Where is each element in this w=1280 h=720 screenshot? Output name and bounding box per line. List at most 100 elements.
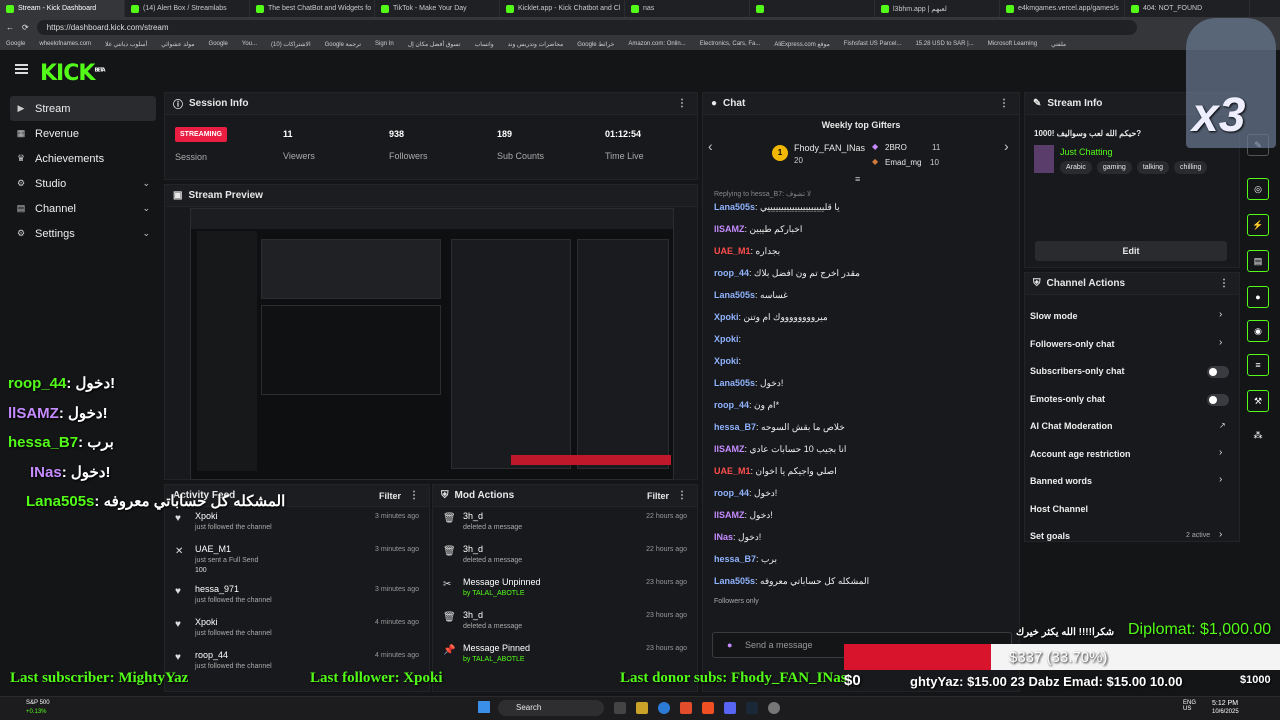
browser-tab[interactable]: nas	[625, 0, 750, 17]
chevron-right-icon[interactable]: ›	[1219, 309, 1222, 320]
office-icon[interactable]	[680, 702, 692, 714]
chat-username[interactable]: Lana505s	[714, 576, 755, 586]
activity-filter-button[interactable]: Filter	[379, 491, 401, 501]
edge-icon[interactable]	[658, 702, 670, 714]
url-field[interactable]: https://dashboard.kick.com/stream	[36, 20, 1137, 35]
chat-username[interactable]: Xpoki	[714, 334, 739, 344]
chevron-down-icon[interactable]: ⌄	[142, 178, 150, 189]
channel-action-row[interactable]: Subscribers-only chat	[1030, 366, 1125, 376]
second-gifter-name[interactable]: 2BRO	[885, 143, 907, 152]
kick-logo[interactable]: KICKBETA	[40, 61, 106, 86]
chat-username[interactable]: Xpoki	[714, 312, 739, 322]
sidebar-item-settings[interactable]: ⚙ Settings ⌄	[10, 221, 156, 246]
chat-username[interactable]: UAE_M1	[714, 466, 751, 476]
reload-icon[interactable]: ⟳	[22, 23, 29, 32]
collapse-icon[interactable]: ≡	[855, 174, 860, 184]
stream-tag[interactable]: Arabic	[1060, 161, 1092, 174]
chat-username[interactable]: UAE_M1	[714, 246, 751, 256]
chat-username[interactable]: roop_44	[714, 488, 749, 498]
bookmark-item[interactable]: Google خرائط	[577, 41, 614, 48]
chat-username[interactable]: roop_44	[714, 400, 749, 410]
top-gifter-name[interactable]: Fhody_FAN_INas	[794, 143, 865, 153]
stream-tag[interactable]: talking	[1136, 161, 1170, 174]
bookmark-item[interactable]: AliExpress.com موقع	[774, 41, 829, 48]
bookmark-item[interactable]: Sign In	[375, 41, 394, 47]
mod-filter-button[interactable]: Filter	[647, 491, 669, 501]
chevron-right-icon[interactable]: ›	[1219, 447, 1222, 458]
kebab-icon[interactable]: ⋮	[677, 490, 687, 501]
back-icon[interactable]: ←	[6, 23, 14, 32]
chat-username[interactable]: llSAMZ	[714, 510, 745, 520]
chat-bubble-icon[interactable]: ●	[1247, 286, 1269, 308]
sidebar-item-channel[interactable]: ▤ Channel ⌄	[10, 196, 156, 221]
bookmark-item[interactable]: Fishsfast US Parcel...	[844, 41, 902, 47]
chat-username[interactable]: INas	[714, 532, 733, 542]
bookmark-item[interactable]: Google ترجمة	[325, 41, 361, 48]
third-gifter-name[interactable]: Emad_mg	[885, 158, 921, 167]
chat-username[interactable]: Lana505s	[714, 290, 755, 300]
list-icon[interactable]: ≡	[1247, 354, 1269, 376]
bookmark-item[interactable]: واتساب	[475, 41, 494, 48]
stream-preview-video[interactable]	[190, 208, 674, 480]
browser-tab[interactable]: TikTok - Make Your Day	[375, 0, 500, 17]
share-icon[interactable]: ⁂	[1247, 424, 1269, 446]
channel-action-row[interactable]: Followers-only chat	[1030, 339, 1115, 349]
channel-action-row[interactable]: Emotes-only chat	[1030, 394, 1105, 404]
taskbar-search[interactable]: Search	[498, 700, 604, 716]
bookmark-item[interactable]: Microsoft Learning	[988, 41, 1037, 47]
chat-username[interactable]: llSAMZ	[714, 224, 745, 234]
windows-start-icon[interactable]	[478, 701, 490, 713]
kebab-icon[interactable]: ⋮	[1219, 278, 1229, 289]
chevron-right-icon[interactable]: ›	[1219, 337, 1222, 348]
discord-icon[interactable]	[724, 702, 736, 714]
kebab-icon[interactable]: ⋮	[409, 490, 419, 501]
task-view-icon[interactable]	[614, 702, 626, 714]
toggle-switch[interactable]	[1207, 393, 1229, 406]
obs-icon[interactable]	[768, 702, 780, 714]
browser-tab[interactable]: Kicklet.app - Kick Chatbot and Cl	[500, 0, 625, 17]
channel-action-row[interactable]: Set goals	[1030, 531, 1070, 541]
chat-username[interactable]: llSAMZ	[714, 444, 745, 454]
chevron-right-icon[interactable]: ›	[1004, 138, 1009, 154]
bookmark-item[interactable]: Electronics, Cars, Fa...	[700, 41, 761, 47]
language-indicator[interactable]: ENG US	[1183, 700, 1203, 712]
browser-tab[interactable]: Stream - Kick Dashboard	[0, 0, 125, 17]
toggle-switch[interactable]	[1207, 366, 1229, 378]
bookmark-item[interactable]: You...	[242, 41, 257, 47]
browser-tab[interactable]: The best ChatBot and Widgets fo	[250, 0, 375, 17]
category-link[interactable]: Just Chatting	[1060, 147, 1113, 157]
browser-tab[interactable]: (14) Alert Box / Streamlabs	[125, 0, 250, 17]
bookmark-item[interactable]: wheelofnames.com	[39, 41, 91, 47]
chat-username[interactable]: roop_44	[714, 268, 749, 278]
chat-username[interactable]: Xpoki	[714, 356, 739, 366]
bookmark-item[interactable]: محاضرات وتدريس وند	[508, 41, 564, 48]
clock-date[interactable]: 10/6/2025	[1212, 709, 1239, 715]
brave-icon[interactable]	[702, 702, 714, 714]
sidebar-item-achievements[interactable]: ♛ Achievements	[10, 146, 156, 171]
bookmark-item[interactable]: (10) الاشتراكات	[271, 41, 311, 48]
kebab-icon[interactable]: ⋮	[677, 98, 687, 109]
bookmark-item[interactable]: مولد عشوائي	[161, 41, 194, 48]
mic-icon[interactable]: ●	[727, 640, 732, 650]
channel-action-row[interactable]: AI Chat Moderation	[1030, 421, 1113, 431]
bookmark-item[interactable]: تسوق أفضل مكان إل	[408, 41, 461, 48]
chevron-left-icon[interactable]: ‹	[708, 138, 713, 154]
chevron-down-icon[interactable]: ⌄	[142, 228, 150, 239]
menu-icon[interactable]	[15, 64, 28, 74]
bookmark-item[interactable]: Google	[6, 41, 25, 47]
wrench-icon[interactable]: ⚒	[1247, 390, 1269, 412]
stream-tag[interactable]: chilling	[1174, 161, 1208, 174]
sidebar-item-studio[interactable]: ⚙ Studio ⌄	[10, 171, 156, 196]
target-icon[interactable]: ◎	[1247, 178, 1269, 200]
clock-time[interactable]: 5:12 PM	[1212, 700, 1238, 707]
chat-username[interactable]: hessa_B7	[714, 554, 756, 564]
chevron-down-icon[interactable]: ⌄	[142, 203, 150, 214]
channel-action-row[interactable]: Account age restriction	[1030, 449, 1131, 459]
chat-username[interactable]: hessa_B7	[714, 422, 756, 432]
channel-action-row[interactable]: Slow mode	[1030, 311, 1078, 321]
chat-username[interactable]: Lana505s	[714, 378, 755, 388]
bookmark-item[interactable]: 15.28 USD to SAR |...	[915, 41, 973, 47]
chat-username[interactable]: Lana505s	[714, 202, 755, 212]
browser-tab[interactable]	[750, 0, 875, 17]
folder-icon[interactable]	[636, 702, 648, 714]
